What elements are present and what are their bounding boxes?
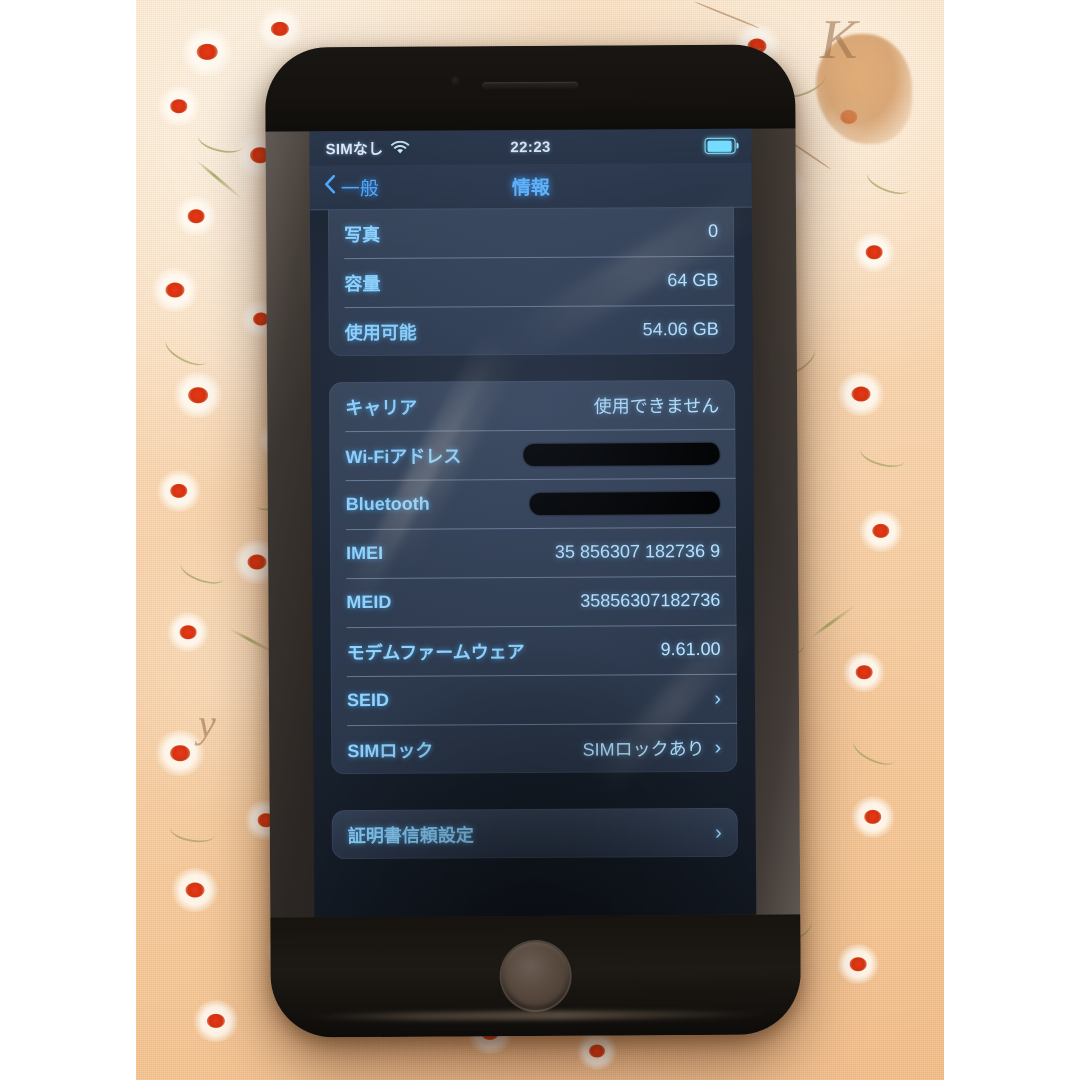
row-label: 写真	[344, 224, 381, 245]
letterbox-left	[0, 0, 136, 1080]
phone-bottom-bezel	[270, 914, 802, 1038]
fabric-flower	[150, 268, 200, 312]
table-row-seid[interactable]: SEID ›	[331, 674, 737, 725]
phone-screen: SIMなし 22:23 一般 情報 写真 0 容量 64 GB 使用可能 54.…	[309, 128, 757, 918]
fabric-flower	[156, 470, 202, 512]
fabric-flower	[842, 652, 886, 692]
row-value: 9.61.00	[660, 638, 721, 660]
home-button[interactable]	[501, 941, 570, 1011]
row-label: SEID	[346, 689, 390, 711]
table-row[interactable]: 使用可能 54.06 GB	[329, 305, 735, 356]
phone-bottom-edge-highlight	[302, 1009, 770, 1022]
fabric-flower	[852, 232, 896, 272]
fabric-flower	[836, 944, 880, 984]
redacted-value-wifi-address	[523, 442, 720, 466]
table-row-certificate-trust-settings[interactable]: 証明書信頼設定 ›	[332, 808, 738, 859]
table-row[interactable]: MEID 35856307182736	[330, 576, 736, 627]
row-label: キャリア	[345, 397, 418, 418]
redacted-value-bluetooth-address	[529, 491, 720, 515]
iphone-device: SIMなし 22:23 一般 情報 写真 0 容量 64 GB 使用可能 54.…	[264, 44, 802, 1038]
fabric-flower	[166, 612, 210, 652]
table-row[interactable]: Bluetooth	[330, 478, 736, 529]
row-label: モデムファームウェア	[346, 641, 525, 663]
fabric-flower	[836, 372, 886, 416]
storage-group: 写真 0 容量 64 GB 使用可能 54.06 GB	[327, 206, 735, 357]
letterbox-right	[944, 0, 1080, 1080]
status-bar-left: SIMなし	[326, 137, 410, 159]
photo-of-phone-on-fabric: K y SIMなし 22:23 一般 情報 写真 0 容量 64 GB 使用可能…	[136, 0, 944, 1080]
row-label: IMEI	[346, 542, 384, 564]
status-bar: SIMなし 22:23	[309, 128, 752, 166]
battery-icon	[704, 137, 736, 154]
row-value: 64 GB	[667, 269, 719, 291]
row-value: 0	[708, 220, 719, 241]
chevron-right-icon: ›	[715, 821, 722, 844]
fabric-flower	[858, 510, 904, 552]
fabric-script-motif: K	[820, 9, 858, 71]
screenshot-canvas: K y SIMなし 22:23 一般 情報 写真 0 容量 64 GB 使用可能…	[0, 0, 1080, 1080]
row-label: 使用可能	[344, 322, 417, 343]
fabric-flower	[850, 796, 896, 838]
fabric-flower	[180, 28, 234, 76]
row-value: 54.06 GB	[642, 318, 719, 340]
table-row[interactable]: Wi-Fiアドレス	[329, 429, 735, 480]
table-row[interactable]: IMEI 35 856307 182736 9	[330, 527, 736, 578]
fabric-flower	[170, 868, 220, 912]
status-bar-clock: 22:23	[510, 138, 551, 156]
row-label: 証明書信頼設定	[347, 824, 474, 846]
row-label: Wi-Fiアドレス	[345, 445, 462, 467]
chevron-left-icon	[324, 174, 336, 200]
wifi-icon	[390, 140, 410, 155]
earpiece-speaker	[482, 81, 579, 90]
row-value: SIMロックあり	[582, 738, 705, 760]
row-label: 容量	[344, 273, 381, 294]
table-row[interactable]: 容量 64 GB	[328, 256, 734, 307]
row-value: 35856307182736	[580, 589, 721, 611]
fabric-flower	[192, 1000, 240, 1042]
back-button[interactable]: 一般	[324, 173, 379, 200]
row-value: 使用できません	[593, 395, 720, 417]
fabric-flower	[576, 1032, 618, 1070]
front-camera	[450, 76, 460, 86]
page-title: 情報	[511, 177, 550, 199]
chevron-right-icon: ›	[714, 687, 722, 710]
row-value: 35 856307 182736 9	[554, 540, 721, 562]
table-row[interactable]: キャリア 使用できません	[329, 380, 735, 431]
network-identity-group: キャリア 使用できません Wi-Fiアドレス Bluetooth IMEI 35…	[329, 379, 738, 775]
group-separator	[329, 354, 735, 382]
fabric-flower	[156, 86, 202, 126]
chevron-right-icon: ›	[714, 736, 722, 759]
status-bar-right	[704, 137, 736, 154]
fabric-flower	[256, 8, 304, 50]
carrier-label: SIMなし	[325, 140, 384, 158]
back-button-label: 一般	[340, 178, 379, 200]
table-row[interactable]: 写真 0	[328, 207, 734, 258]
navigation-bar: 一般 情報	[309, 162, 752, 211]
table-row-sim-lock[interactable]: SIMロック SIMロックあり ›	[331, 723, 737, 774]
row-label: SIMロック	[347, 740, 434, 761]
settings-list[interactable]: 写真 0 容量 64 GB 使用可能 54.06 GB キャリア 使用できません…	[310, 206, 756, 918]
group-separator	[331, 772, 737, 810]
fabric-flower	[174, 196, 218, 236]
table-row[interactable]: モデムファームウェア 9.61.00	[331, 625, 737, 676]
fabric-flower	[172, 372, 224, 418]
phone-top-bezel	[264, 44, 796, 132]
row-label: MEID	[346, 591, 392, 613]
row-label: Bluetooth	[345, 493, 430, 515]
fabric-script-motif: y	[198, 701, 216, 746]
certificate-group: 証明書信頼設定 ›	[331, 807, 738, 860]
